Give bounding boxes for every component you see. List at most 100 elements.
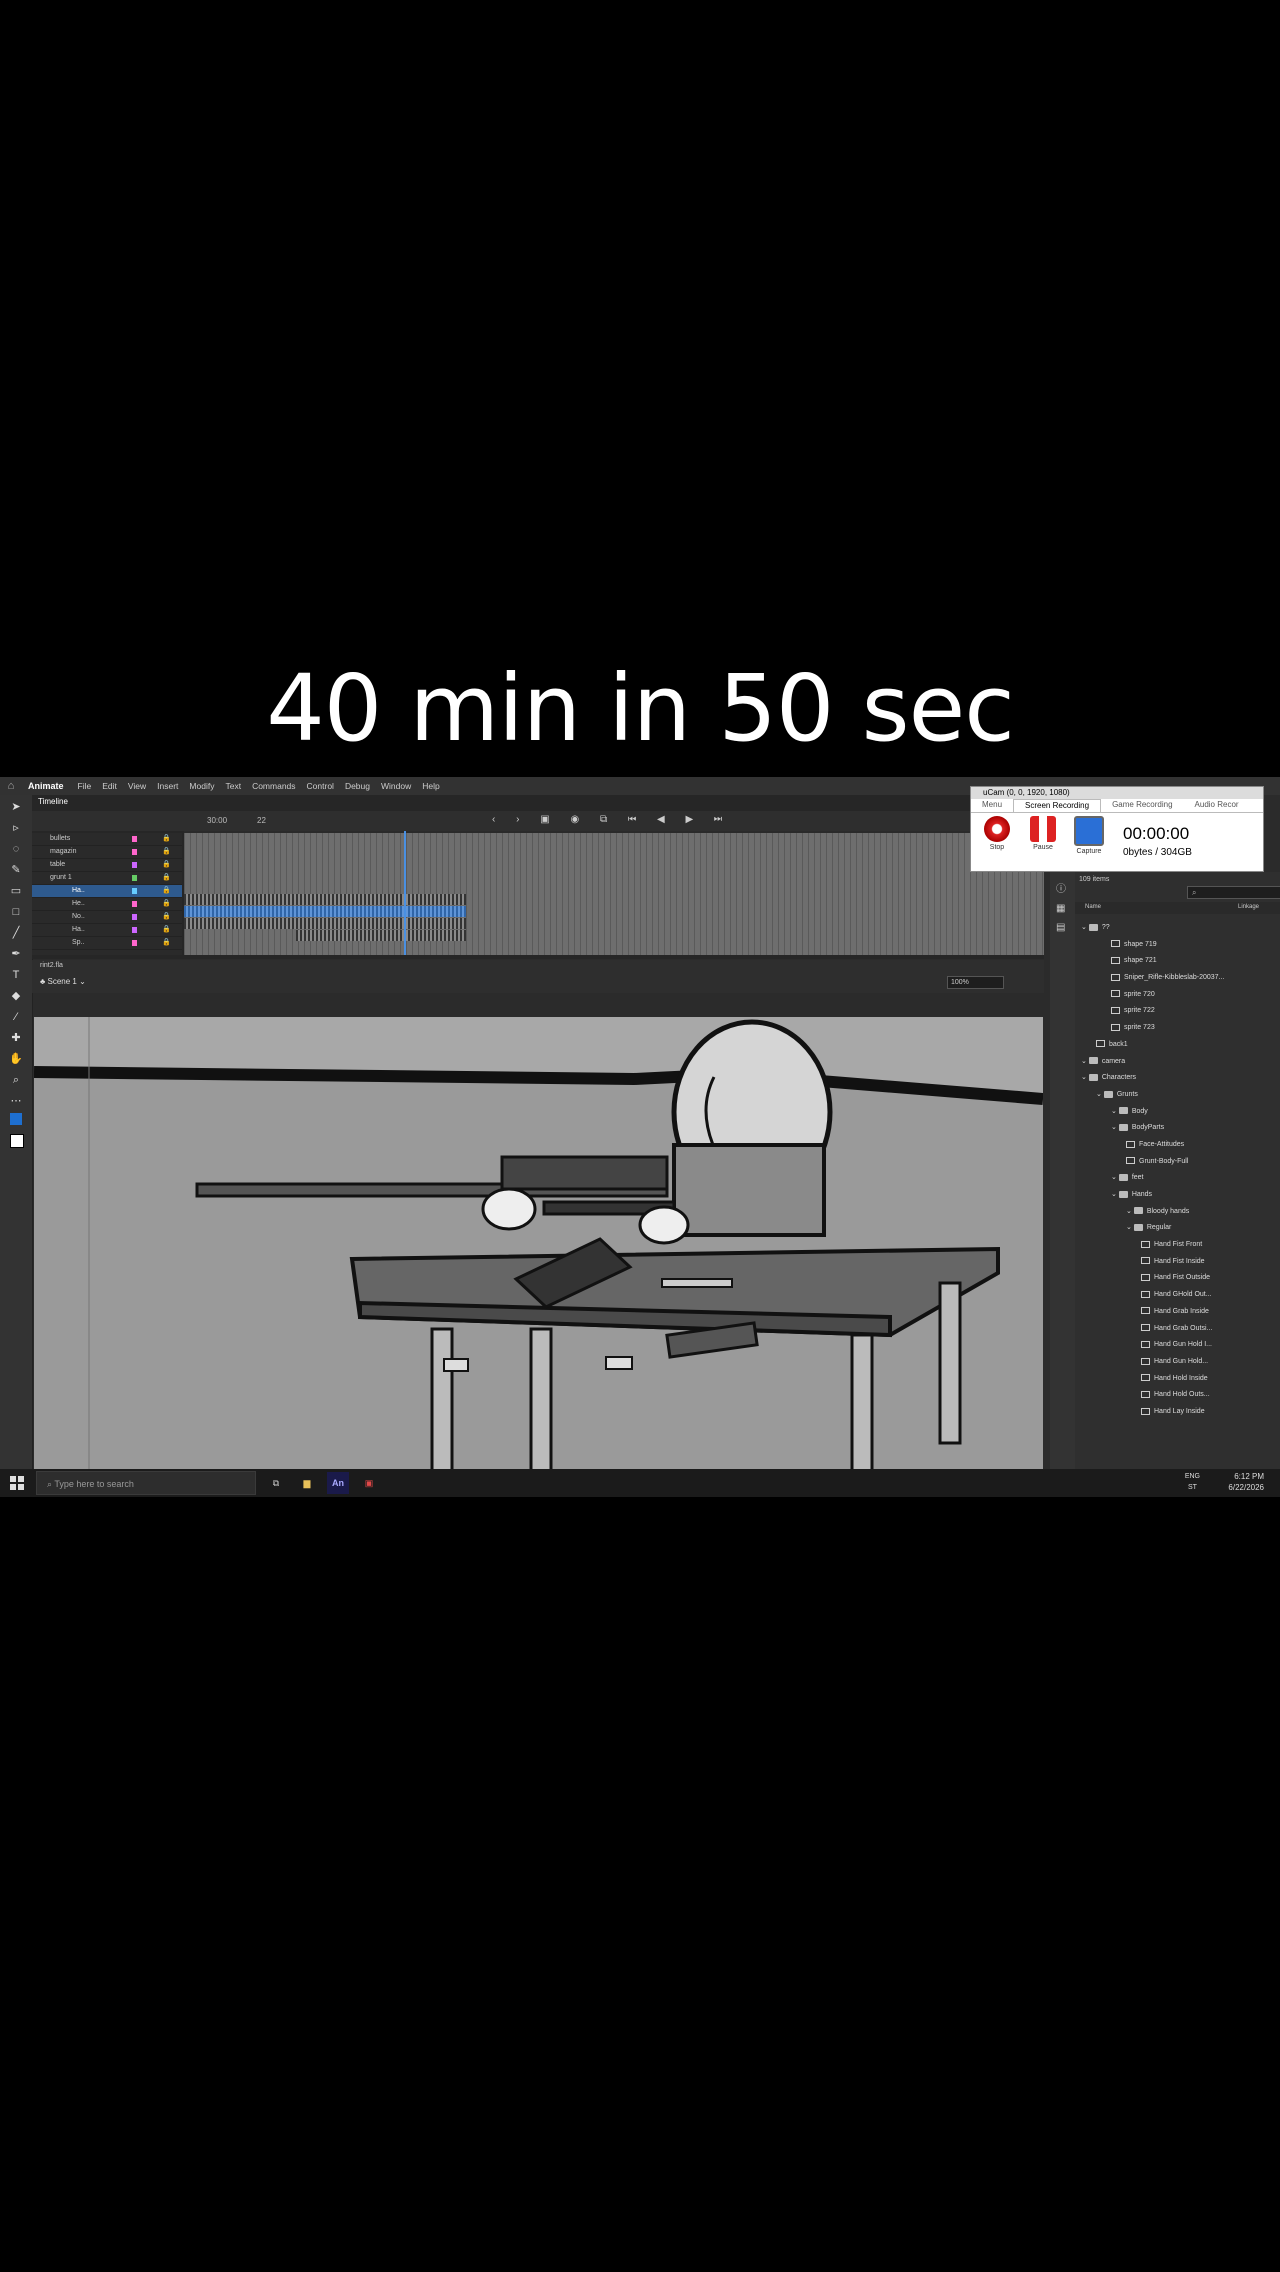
lock-icon[interactable]: 🔒 [162, 859, 171, 871]
assets-icon[interactable]: ▤ [1056, 922, 1069, 933]
layer-row-selected[interactable]: Ha.. 🔒 [32, 885, 182, 898]
chevron-down-icon[interactable]: ⌄ [1111, 1108, 1119, 1115]
chevron-down-icon[interactable]: ⌄ [1111, 1124, 1119, 1131]
rectangle-tool-icon[interactable]: □ [7, 903, 25, 921]
library-item[interactable]: sprite 723 [1075, 1020, 1280, 1037]
layer-color-swatch[interactable] [132, 914, 137, 920]
bone-tool-icon[interactable]: ✚ [7, 1029, 25, 1047]
keyframe-span[interactable] [184, 918, 466, 929]
layer-row[interactable]: grunt 1 🔒 [32, 872, 182, 885]
line-tool-icon[interactable]: ╱ [7, 924, 25, 942]
fill-color-swatch[interactable] [7, 1134, 25, 1152]
library-item[interactable]: Hand GHold Out... [1075, 1287, 1280, 1304]
menu-modify[interactable]: Modify [189, 781, 214, 791]
library-item[interactable]: Grunt-Body-Full [1075, 1154, 1280, 1171]
library-item[interactable]: Hand Fist Inside [1075, 1254, 1280, 1271]
more-tools-icon[interactable]: ⋯ [7, 1092, 25, 1110]
menu-text[interactable]: Text [225, 781, 241, 791]
library-item[interactable]: shape 721 [1075, 953, 1280, 970]
library-item[interactable]: Hand Fist Outside [1075, 1270, 1280, 1287]
library-search[interactable]: ⌕ [1187, 886, 1280, 899]
ucam-tab-menu[interactable]: Menu [971, 799, 1013, 812]
stop-button[interactable]: Stop [980, 816, 1014, 851]
lock-icon[interactable]: 🔒 [162, 846, 171, 858]
library-item[interactable]: ⌄ ?? [1075, 920, 1280, 937]
lock-icon[interactable]: 🔒 [162, 833, 171, 845]
chevron-down-icon[interactable]: ⌄ [1126, 1224, 1134, 1231]
home-icon[interactable]: ⌂ [0, 780, 22, 792]
eraser-tool-icon[interactable]: ▭ [7, 882, 25, 900]
layer-color-swatch[interactable] [132, 862, 137, 868]
task-view-icon[interactable]: ⧉ [265, 1472, 287, 1494]
stage-canvas[interactable] [34, 1017, 1043, 1487]
library-item[interactable]: sprite 720 [1075, 987, 1280, 1004]
column-linkage[interactable]: Linkage [1238, 904, 1259, 910]
library-item[interactable]: Hand Hold Inside [1075, 1371, 1280, 1388]
library-item[interactable]: Hand Grab Outsi... [1075, 1321, 1280, 1338]
playhead[interactable] [404, 831, 406, 955]
playback-controls[interactable]: ‹ › ▣ ◉ ⧉ ⏮ ◀ ▶ ⏭ [492, 814, 731, 825]
lock-icon[interactable]: 🔒 [162, 924, 171, 936]
layer-row[interactable]: table 🔒 [32, 859, 182, 872]
chevron-down-icon[interactable]: ⌄ [1111, 1174, 1119, 1181]
library-item[interactable]: sprite 722 [1075, 1003, 1280, 1020]
library-item[interactable]: Hand Fist Front [1075, 1237, 1280, 1254]
menu-file[interactable]: File [78, 781, 92, 791]
lasso-tool-icon[interactable]: ◌ [7, 840, 25, 858]
windows-start-icon[interactable] [10, 1476, 24, 1490]
library-item[interactable]: ⌄ Bloody hands [1075, 1204, 1280, 1221]
layer-row[interactable]: magazin 🔒 [32, 846, 182, 859]
scene-selector[interactable]: ♣ Scene 1 ⌄ [40, 977, 86, 986]
menu-debug[interactable]: Debug [345, 781, 370, 791]
chevron-down-icon[interactable]: ⌄ [1081, 1058, 1089, 1065]
lock-icon[interactable]: 🔒 [162, 911, 171, 923]
taskbar-search[interactable]: ⌕ Type here to search [36, 1471, 256, 1495]
animate-taskbar-icon[interactable]: An [327, 1472, 349, 1494]
layer-color-swatch[interactable] [132, 901, 137, 907]
zoom-tool-icon[interactable]: ⌕ [7, 1071, 25, 1089]
paint-bucket-icon[interactable]: ◆ [7, 987, 25, 1005]
selection-tool-icon[interactable]: ➤ [7, 798, 25, 816]
menu-window[interactable]: Window [381, 781, 411, 791]
library-item[interactable]: Hand Grab Inside [1075, 1304, 1280, 1321]
ucam-tab-game-recording[interactable]: Game Recording [1101, 799, 1183, 812]
file-explorer-icon[interactable]: ▆ [296, 1472, 318, 1494]
pen-tool-icon[interactable]: ✒ [7, 945, 25, 963]
layer-color-swatch[interactable] [132, 927, 137, 933]
library-item[interactable]: Hand Lay Inside [1075, 1404, 1280, 1421]
library-item[interactable]: Sniper_Rifle-Kibbleslab-20037... [1075, 970, 1280, 987]
menu-insert[interactable]: Insert [157, 781, 178, 791]
chevron-down-icon[interactable]: ⌄ [1096, 1091, 1104, 1098]
layer-color-swatch[interactable] [132, 875, 137, 881]
library-item[interactable]: Hand Gun Hold... [1075, 1354, 1280, 1371]
library-item[interactable]: Hand Hold Outs... [1075, 1387, 1280, 1404]
stroke-color-swatch[interactable] [7, 1113, 25, 1131]
menu-control[interactable]: Control [307, 781, 334, 791]
lock-icon[interactable]: 🔒 [162, 898, 171, 910]
library-item[interactable]: Hand Gun Hold I... [1075, 1337, 1280, 1354]
keyframe-span-selected[interactable] [184, 906, 466, 917]
library-item[interactable]: back1 [1075, 1037, 1280, 1054]
lock-icon[interactable]: 🔒 [162, 885, 171, 897]
layer-row[interactable]: No.. 🔒 [32, 911, 182, 924]
menu-help[interactable]: Help [422, 781, 439, 791]
ucam-tab-audio-recording[interactable]: Audio Recor [1184, 799, 1250, 812]
library-item[interactable]: ⌄ Body [1075, 1104, 1280, 1121]
lock-icon[interactable]: 🔒 [162, 872, 171, 884]
menu-commands[interactable]: Commands [252, 781, 295, 791]
layer-color-swatch[interactable] [132, 836, 137, 842]
library-item[interactable]: Face-Attitudes [1075, 1137, 1280, 1154]
library-item[interactable]: ⌄ feet [1075, 1170, 1280, 1187]
layer-color-swatch[interactable] [132, 888, 137, 894]
timeline-tab[interactable]: Timeline [38, 797, 68, 806]
keyframe-span[interactable] [296, 930, 466, 941]
library-item[interactable]: ⌄ Hands [1075, 1187, 1280, 1204]
language-indicator[interactable]: ENG ST [1185, 1471, 1200, 1493]
menu-view[interactable]: View [128, 781, 146, 791]
library-item[interactable]: ⌄ camera [1075, 1054, 1280, 1071]
column-name[interactable]: Name [1085, 904, 1101, 910]
library-item[interactable]: ⌄ Regular [1075, 1220, 1280, 1237]
layer-row[interactable]: Ha.. 🔒 [32, 924, 182, 937]
subselect-tool-icon[interactable]: ▹ [7, 819, 25, 837]
layer-row[interactable]: Sp.. 🔒 [32, 937, 182, 950]
